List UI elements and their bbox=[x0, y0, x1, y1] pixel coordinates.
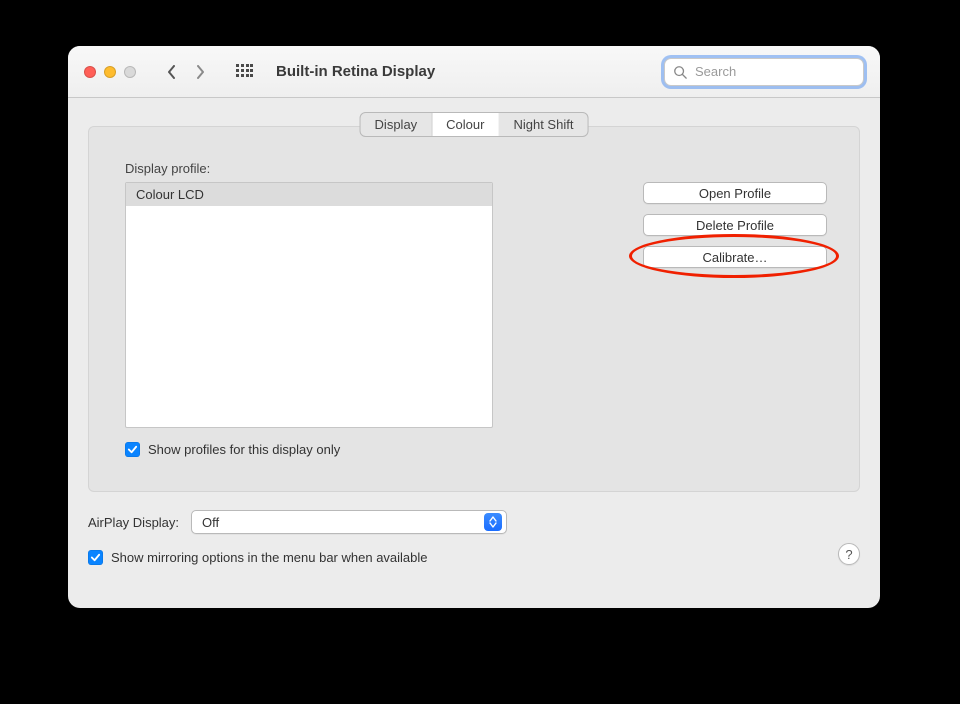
show-profiles-only-checkbox-row: Show profiles for this display only bbox=[125, 442, 827, 457]
help-button[interactable]: ? bbox=[838, 543, 860, 565]
airplay-display-label: AirPlay Display: bbox=[88, 515, 179, 530]
minimise-window-button[interactable] bbox=[104, 66, 116, 78]
tab-display[interactable]: Display bbox=[361, 113, 433, 136]
zoom-window-button[interactable] bbox=[124, 66, 136, 78]
mirroring-label: Show mirroring options in the menu bar w… bbox=[111, 550, 428, 565]
tab-colour[interactable]: Colour bbox=[432, 113, 499, 136]
profile-listbox[interactable]: Colour LCD bbox=[125, 182, 493, 428]
chevron-right-icon bbox=[194, 65, 206, 79]
grid-icon bbox=[235, 63, 253, 81]
bottom-controls: AirPlay Display: Off Show mirroring opti… bbox=[88, 496, 860, 565]
profile-action-buttons: Open Profile Delete Profile Calibrate… bbox=[643, 182, 827, 428]
mirroring-checkbox-row: Show mirroring options in the menu bar w… bbox=[88, 550, 860, 565]
show-all-button[interactable] bbox=[232, 60, 256, 84]
search-icon bbox=[673, 65, 687, 79]
airplay-display-row: AirPlay Display: Off bbox=[88, 510, 860, 534]
airplay-display-value: Off bbox=[202, 515, 484, 530]
calibrate-button[interactable]: Calibrate… bbox=[643, 246, 827, 268]
settings-panel: Display profile: Colour LCD Open Profile… bbox=[88, 126, 860, 492]
close-window-button[interactable] bbox=[84, 66, 96, 78]
tabs: Display Colour Night Shift bbox=[360, 112, 589, 137]
window-controls bbox=[84, 66, 136, 78]
checkmark-icon bbox=[127, 444, 138, 455]
airplay-display-popup[interactable]: Off bbox=[191, 510, 507, 534]
search-input[interactable] bbox=[693, 63, 855, 80]
preferences-window: Built-in Retina Display Display Colour N… bbox=[68, 46, 880, 608]
checkmark-icon bbox=[90, 552, 101, 563]
show-profiles-only-label: Show profiles for this display only bbox=[148, 442, 340, 457]
window-title: Built-in Retina Display bbox=[276, 63, 435, 80]
chevron-left-icon bbox=[166, 65, 178, 79]
nav-buttons bbox=[160, 60, 212, 84]
content-area: Display Colour Night Shift Display profi… bbox=[68, 98, 880, 608]
toolbar: Built-in Retina Display bbox=[68, 46, 880, 98]
mirroring-checkbox[interactable] bbox=[88, 550, 103, 565]
delete-profile-button[interactable]: Delete Profile bbox=[643, 214, 827, 236]
popup-stepper-icon bbox=[484, 513, 502, 531]
search-field[interactable] bbox=[664, 58, 864, 86]
profile-item[interactable]: Colour LCD bbox=[126, 183, 492, 206]
tab-night-shift[interactable]: Night Shift bbox=[499, 113, 587, 136]
display-profile-label: Display profile: bbox=[125, 161, 827, 176]
forward-button[interactable] bbox=[188, 60, 212, 84]
show-profiles-only-checkbox[interactable] bbox=[125, 442, 140, 457]
open-profile-button[interactable]: Open Profile bbox=[643, 182, 827, 204]
back-button[interactable] bbox=[160, 60, 184, 84]
